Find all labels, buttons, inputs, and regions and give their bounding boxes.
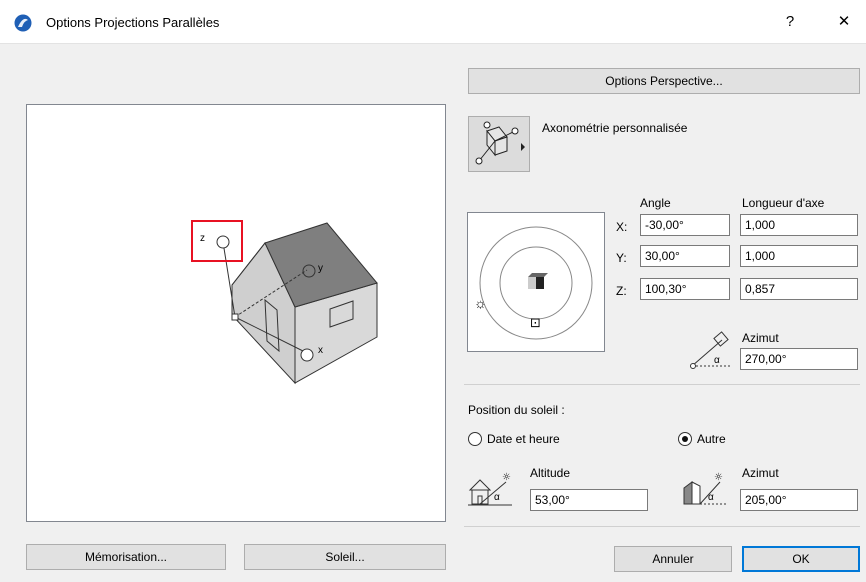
help-button[interactable]: ? [778,10,802,34]
view-angle-diagram[interactable]: ☼ ⊡ [467,212,605,352]
axis-y-row-label: Y: [616,251,627,265]
perspective-options-button[interactable]: Options Perspective... [468,68,860,94]
other-radio-label[interactable]: Autre [697,432,726,446]
sun-azimuth-label: Azimut [742,466,779,480]
house-preview-drawing [191,220,378,385]
svg-text:α: α [714,355,720,366]
app-icon [14,14,32,32]
altitude-field[interactable]: 53,00° [530,489,648,511]
view-azimuth-field[interactable]: 270,00° [740,348,858,370]
other-radio[interactable] [678,432,692,446]
ok-button[interactable]: OK [742,546,860,572]
soleil-button[interactable]: Soleil... [244,544,446,570]
y-angle-field[interactable]: 30,00° [640,245,730,267]
date-time-radio[interactable] [468,432,482,446]
cancel-button[interactable]: Annuler [614,546,732,572]
axonometry-icon [475,121,525,165]
projection-type-picker[interactable] [468,116,530,172]
sun-icon: ☼ [474,295,487,311]
separator-bottom [464,526,860,527]
axis-y-label: y [318,263,323,274]
projection-type-label: Axonométrie personnalisée [542,121,688,135]
sun-azimuth-field[interactable]: 205,00° [740,489,858,511]
view-azimuth-label: Azimut [742,331,779,345]
memorisation-button[interactable]: Mémorisation... [26,544,226,570]
view-azimuth-icon: α [688,330,732,370]
x-angle-field[interactable]: -30,00° [640,214,730,236]
svg-text:☼: ☼ [502,472,511,483]
window-title: Options Projections Parallèles [46,15,220,30]
angle-header: Angle [640,196,671,210]
svg-text:☼: ☼ [714,472,723,483]
sun-position-label: Position du soleil : [468,403,565,417]
sun-altitude-icon: ☼ α [466,466,514,510]
axis-z-label: z [200,233,205,244]
axis-x-row-label: X: [616,220,628,234]
axis-length-header: Longueur d'axe [742,196,825,210]
y-length-field[interactable]: 1,000 [740,245,858,267]
z-length-field[interactable]: 0,857 [740,278,858,300]
axis-z-row-label: Z: [616,284,627,298]
svg-text:α: α [494,492,500,503]
separator [464,384,860,385]
altitude-label: Altitude [530,466,571,480]
projection-preview[interactable] [26,104,446,522]
sun-azimuth-icon: ☼ α [680,466,728,510]
close-button[interactable]: ✕ [832,10,856,34]
axis-x-label: x [318,345,323,356]
date-time-radio-label[interactable]: Date et heure [487,432,560,446]
camera-icon: ⊡ [530,315,541,330]
z-angle-field[interactable]: 100,30° [640,278,730,300]
svg-text:α: α [708,492,714,503]
x-length-field[interactable]: 1,000 [740,214,858,236]
